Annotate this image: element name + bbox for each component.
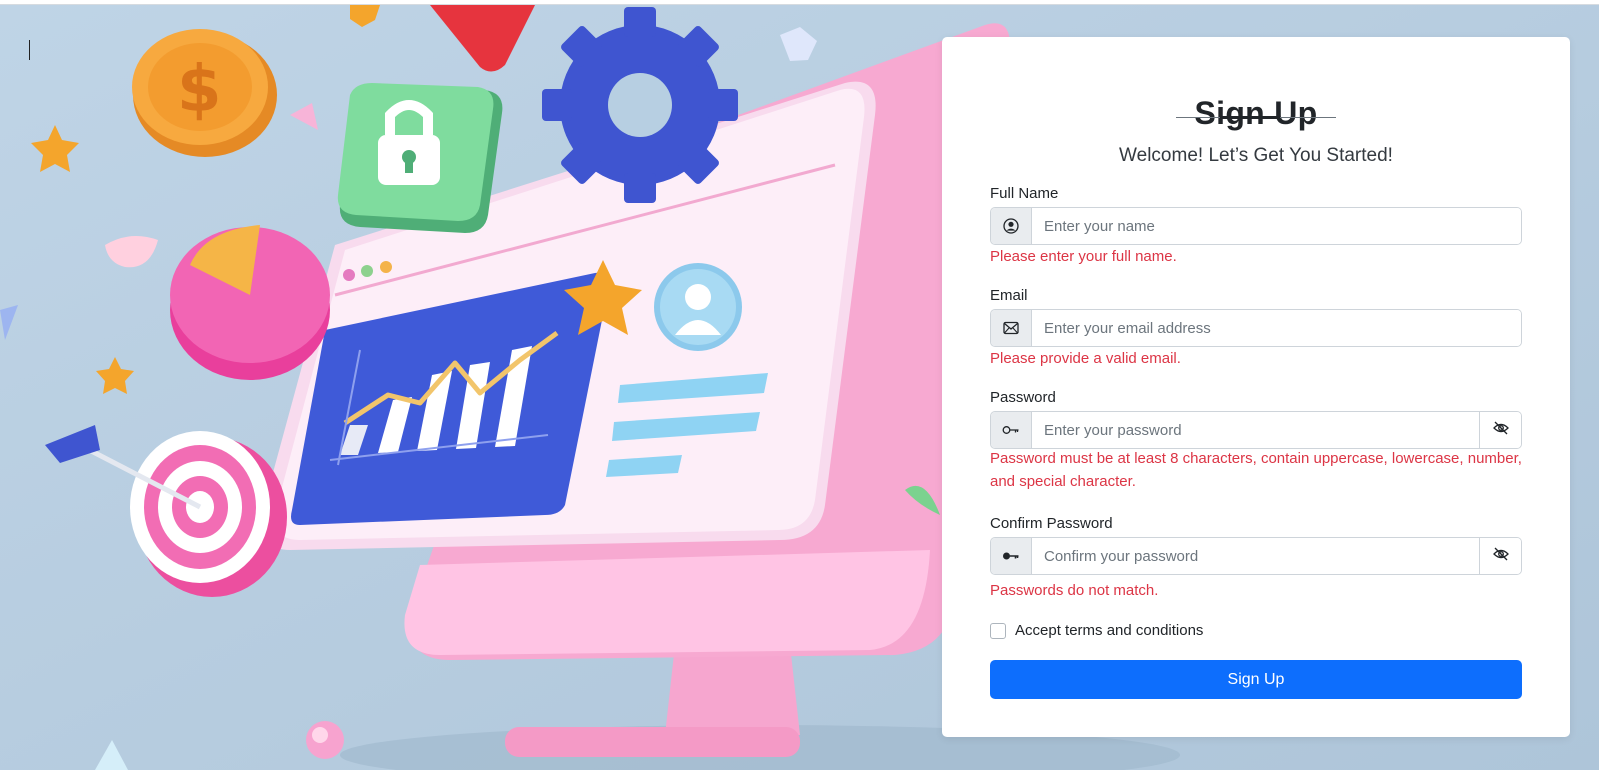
full-name-label: Full Name — [990, 185, 1059, 202]
password-label: Password — [990, 389, 1056, 406]
signup-card: Sign Up Welcome! Let’s Get You Started! … — [942, 37, 1570, 737]
full-name-input-group — [990, 207, 1522, 245]
lock-decoration — [337, 83, 503, 233]
email-input[interactable] — [1032, 310, 1521, 346]
title-divider-accent — [1220, 116, 1280, 119]
email-error: Please provide a valid email. — [990, 350, 1181, 367]
password-input-group — [990, 411, 1522, 449]
eye-slash-icon — [1492, 547, 1509, 566]
key-filled-icon — [991, 538, 1032, 574]
svg-text:$: $ — [177, 53, 222, 127]
page-title: Sign Up — [1194, 95, 1318, 131]
gear-decoration — [542, 7, 738, 203]
user-circle-icon — [991, 208, 1032, 244]
confirm-password-label: Confirm Password — [990, 515, 1113, 532]
toggle-confirm-password-visibility-button[interactable] — [1479, 538, 1521, 574]
welcome-subtitle: Welcome! Let’s Get You Started! — [1119, 145, 1393, 166]
password-input[interactable] — [1032, 412, 1479, 448]
full-name-error: Please enter your full name. — [990, 248, 1177, 265]
confirm-password-error: Passwords do not match. — [990, 582, 1159, 599]
pie-decoration — [170, 225, 330, 380]
terms-checkbox[interactable] — [990, 622, 1006, 639]
terms-label[interactable]: Accept terms and conditions — [1015, 622, 1203, 639]
eye-slash-icon — [1492, 421, 1509, 440]
email-label: Email — [990, 287, 1028, 304]
text-cursor — [29, 40, 30, 60]
terms-row: Accept terms and conditions — [990, 622, 1203, 639]
confirm-password-input[interactable] — [1032, 538, 1479, 574]
toggle-password-visibility-button[interactable] — [1479, 412, 1521, 448]
envelope-icon — [991, 310, 1032, 346]
sign-up-button[interactable]: Sign Up — [990, 660, 1522, 699]
password-error: Password must be at least 8 characters, … — [990, 450, 1522, 490]
confirm-password-input-group — [990, 537, 1522, 575]
email-input-group — [990, 309, 1522, 347]
key-outline-icon — [991, 412, 1032, 448]
full-name-input[interactable] — [1032, 208, 1521, 244]
